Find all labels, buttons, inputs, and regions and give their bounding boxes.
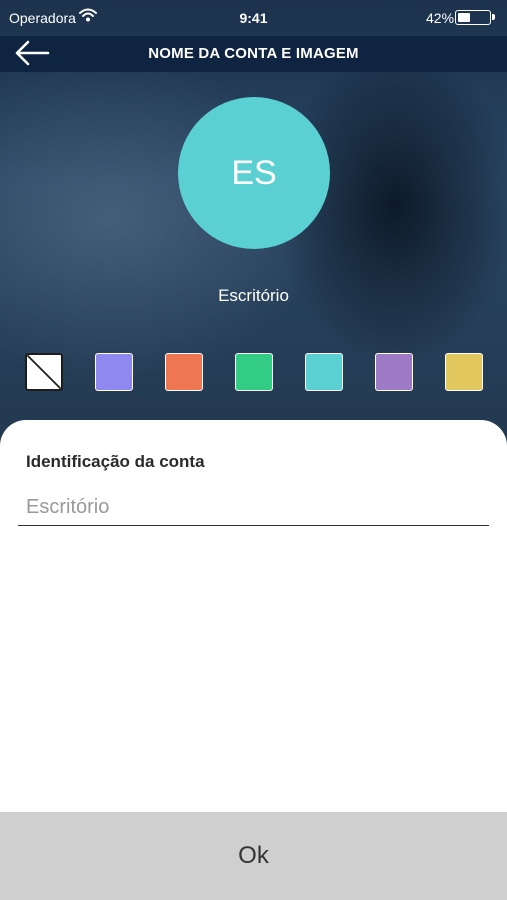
status-bar: Operadora 9:41 42% xyxy=(0,0,507,36)
battery-level xyxy=(458,13,471,22)
swatch-turquoise[interactable] xyxy=(305,353,343,391)
ok-button[interactable]: Ok xyxy=(0,812,507,900)
form-card: Identificação da conta xyxy=(0,420,507,812)
swatch-yellow[interactable] xyxy=(445,353,483,391)
battery-icon xyxy=(455,10,491,25)
swatch-orange[interactable] xyxy=(165,353,203,391)
account-id-input[interactable] xyxy=(18,490,489,526)
battery-nub xyxy=(492,14,495,20)
page-title: NOME DA CONTA E IMAGEM xyxy=(148,45,359,62)
nav-bar: NOME DA CONTA E IMAGEM xyxy=(0,36,507,72)
battery-percent: 42% xyxy=(426,10,455,26)
swatch-green[interactable] xyxy=(235,353,273,391)
account-name: Escritório xyxy=(218,286,289,305)
swatch-none[interactable] xyxy=(25,353,63,391)
swatch-lavender[interactable] xyxy=(95,353,133,391)
account-id-label: Identificação da conta xyxy=(26,452,205,471)
no-color-icon xyxy=(27,355,61,389)
avatar[interactable]: ES xyxy=(178,97,330,249)
swatch-purple[interactable] xyxy=(375,353,413,391)
